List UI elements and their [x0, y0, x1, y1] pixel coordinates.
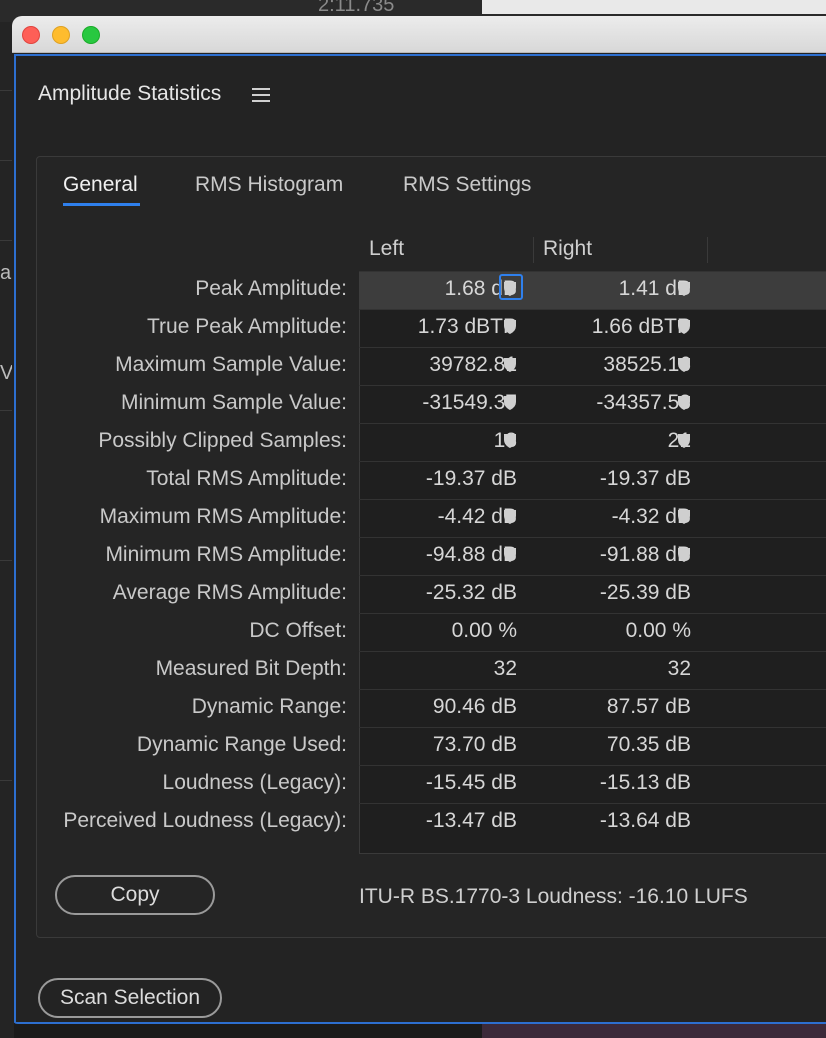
right-channel-value: -19.37 dB	[599, 467, 691, 490]
tab-rms-settings[interactable]: RMS Settings	[403, 173, 531, 197]
row-label: Total RMS Amplitude:	[146, 467, 347, 490]
go-to-marker-right-icon[interactable]	[677, 509, 693, 527]
go-to-marker-right-icon[interactable]	[677, 433, 693, 451]
row-label: Minimum RMS Amplitude:	[105, 543, 347, 566]
row-label: Maximum Sample Value:	[115, 353, 347, 376]
hamburger-menu-icon[interactable]	[252, 88, 270, 102]
tab-rms-histogram[interactable]: RMS Histogram	[195, 173, 343, 197]
go-to-marker-left-icon[interactable]	[503, 395, 519, 413]
go-to-marker-left-icon[interactable]	[503, 281, 519, 299]
background-timecode: 2:11.735	[318, 0, 395, 16]
scan-selection-button[interactable]: Scan Selection	[38, 978, 222, 1018]
left-channel-value: -25.32 dB	[425, 581, 517, 604]
left-channel-value: -13.47 dB	[425, 809, 517, 832]
table-row[interactable]: Total RMS Amplitude: -19.37 dB -19.37 dB	[37, 461, 826, 499]
go-to-marker-left-icon[interactable]	[503, 319, 519, 337]
go-to-marker-right-icon[interactable]	[677, 319, 693, 337]
right-channel-value: -15.13 dB	[599, 771, 691, 794]
row-label: Perceived Loudness (Legacy):	[63, 809, 347, 832]
go-to-marker-right-icon[interactable]	[677, 281, 693, 299]
row-label: Minimum Sample Value:	[120, 391, 347, 414]
go-to-marker-left-icon[interactable]	[503, 509, 519, 527]
row-cell-background	[359, 499, 826, 537]
table-row[interactable]: Dynamic Range: 90.46 dB 87.57 dB	[37, 689, 826, 727]
table-row[interactable]: Possibly Clipped Samples:1821	[37, 423, 826, 461]
right-channel-value: -13.64 dB	[599, 809, 691, 832]
table-row[interactable]: Average RMS Amplitude: -25.32 dB -25.39 dB	[37, 575, 826, 613]
table-row[interactable]: Peak Amplitude: 1.68 dB 1.41 dB	[37, 271, 826, 309]
row-label: Peak Amplitude:	[195, 277, 347, 300]
right-channel-value: -25.39 dB	[599, 581, 691, 604]
itu-loudness-readout: ITU-R BS.1770-3 Loudness: -16.10 LUFS	[359, 885, 748, 908]
go-to-marker-right-icon[interactable]	[677, 357, 693, 375]
row-label: Dynamic Range Used:	[136, 733, 347, 756]
go-to-marker-right-icon[interactable]	[677, 395, 693, 413]
row-cell-background	[359, 613, 826, 651]
row-cell-background	[359, 651, 826, 689]
row-cell-background	[359, 689, 826, 727]
row-label: Possibly Clipped Samples:	[98, 429, 347, 452]
row-label: Maximum RMS Amplitude:	[99, 505, 347, 528]
statistics-tab-container: General RMS Histogram RMS Settings Left …	[36, 156, 826, 938]
go-to-marker-left-icon[interactable]	[503, 433, 519, 451]
column-header-right[interactable]: Right	[543, 237, 592, 261]
go-to-marker-left-icon[interactable]	[503, 357, 519, 375]
table-row[interactable]: Maximum Sample Value: 39782.81 38525.16	[37, 347, 826, 385]
left-channel-value: -15.45 dB	[425, 771, 517, 794]
left-channel-value: 0.00 %	[451, 619, 517, 642]
go-to-marker-right-icon[interactable]	[677, 547, 693, 565]
background-app-area	[482, 0, 826, 14]
background-waveform	[482, 1022, 826, 1038]
zoom-window-button[interactable]	[82, 26, 100, 44]
copy-button[interactable]: Copy	[55, 875, 215, 915]
panel-title: Amplitude Statistics	[38, 82, 222, 105]
table-row[interactable]: Measured Bit Depth: 32 32	[37, 651, 826, 689]
close-window-button[interactable]	[22, 26, 40, 44]
window-titlebar[interactable]	[12, 16, 826, 53]
right-channel-value: 32	[667, 657, 691, 680]
row-label: Average RMS Amplitude:	[112, 581, 347, 604]
row-label: Loudness (Legacy):	[162, 771, 347, 794]
table-row[interactable]: DC Offset: 0.00 % 0.00 %	[37, 613, 826, 651]
column-separator[interactable]	[707, 237, 708, 263]
row-cell-background	[359, 727, 826, 765]
row-label: Measured Bit Depth:	[155, 657, 347, 680]
table-row[interactable]: True Peak Amplitude: 1.73 dBTP 1.66 dBTP	[37, 309, 826, 347]
left-channel-value: 73.70 dB	[432, 733, 517, 756]
amplitude-statistics-panel: Amplitude Statistics General RMS Histogr…	[14, 54, 826, 1024]
table-row[interactable]: Perceived Loudness (Legacy): -13.47 dB -13…	[37, 803, 826, 841]
left-channel-value: 90.46 dB	[432, 695, 517, 718]
table-row[interactable]: Minimum RMS Amplitude: -94.88 dB -91.88 dB	[37, 537, 826, 575]
minimize-window-button[interactable]	[52, 26, 70, 44]
table-row[interactable]: Minimum Sample Value: -31549.37 -34357.53	[37, 385, 826, 423]
amplitude-statistics-window: Amplitude Statistics General RMS Histogr…	[12, 16, 826, 1024]
row-label: Dynamic Range:	[191, 695, 347, 718]
row-label: True Peak Amplitude:	[147, 315, 347, 338]
right-channel-value: 0.00 %	[625, 619, 691, 642]
row-cell-background	[359, 271, 826, 309]
left-channel-value: 32	[493, 657, 517, 680]
active-tab-indicator	[63, 203, 140, 206]
table-row[interactable]: Maximum RMS Amplitude: -4.42 dB -4.32 dB	[37, 499, 826, 537]
right-channel-value: 87.57 dB	[606, 695, 691, 718]
tab-general[interactable]: General	[63, 173, 138, 197]
row-cell-background	[359, 423, 826, 461]
column-separator[interactable]	[533, 237, 534, 263]
row-label: DC Offset:	[249, 619, 347, 642]
left-channel-value: -19.37 dB	[425, 467, 517, 490]
column-header-left[interactable]: Left	[369, 237, 404, 261]
right-channel-value: 70.35 dB	[606, 733, 691, 756]
table-row[interactable]: Loudness (Legacy): -15.45 dB -15.13 dB	[37, 765, 826, 803]
table-row[interactable]: Dynamic Range Used: 73.70 dB 70.35 dB	[37, 727, 826, 765]
go-to-marker-left-icon[interactable]	[503, 547, 519, 565]
